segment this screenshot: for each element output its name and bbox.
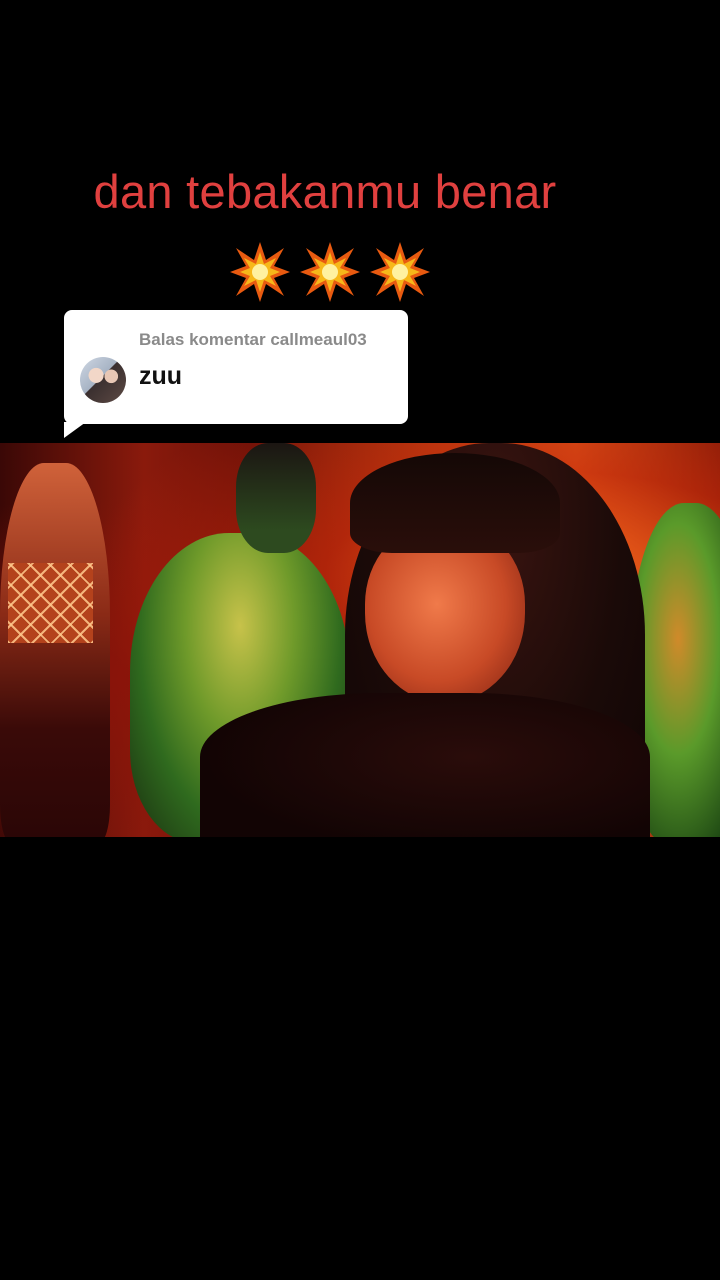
caption-text: dan tebakanmu benar	[93, 165, 557, 218]
reply-card-tail	[64, 422, 86, 438]
collision-emoji-icon	[368, 240, 432, 304]
video-frame[interactable]	[0, 443, 720, 837]
comment-reply-card[interactable]: Balas komentar callmeaul03 zuu	[64, 310, 408, 424]
video-figure-bangs	[350, 453, 560, 553]
video-figure-arm	[0, 463, 110, 837]
collision-emoji-icon	[298, 240, 362, 304]
reply-header: Balas komentar callmeaul03	[139, 330, 367, 349]
emoji-row	[228, 240, 432, 304]
video-mannequin-neck	[236, 443, 316, 553]
video-figure-body	[200, 693, 650, 837]
video-figure-sleeve	[8, 563, 93, 643]
collision-emoji-icon	[228, 240, 292, 304]
reply-comment-text: zuu	[139, 362, 183, 390]
user-avatar-icon[interactable]	[80, 357, 126, 403]
